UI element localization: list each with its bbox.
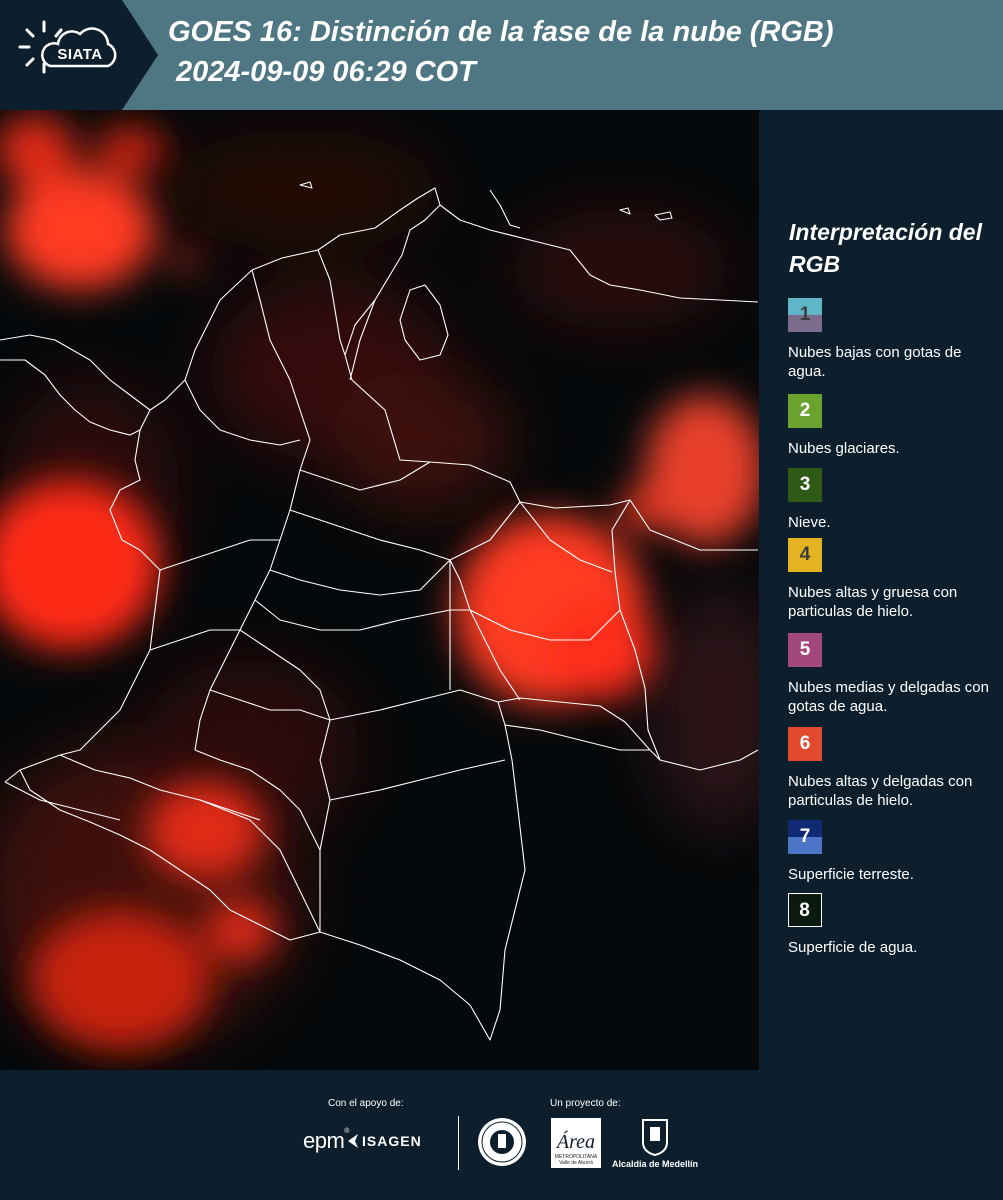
legend-item-8: 8 Superficie de agua. bbox=[788, 893, 1003, 957]
legend-label-4: Nubes altas y gruesa con particulas de h… bbox=[788, 584, 958, 620]
alcaldia-label: Alcaldía de Medellín bbox=[612, 1159, 699, 1169]
legend-item-5: 5 Nubes medias y delgadas con gotas de a… bbox=[788, 633, 1003, 716]
isagen-logo: ISAGEN bbox=[362, 1133, 422, 1149]
satellite-rgb-map bbox=[0, 110, 759, 1070]
legend-number-5: 5 bbox=[799, 639, 811, 660]
footer: Con el apoyo de: Un proyecto de: epm® IS… bbox=[0, 1070, 1003, 1200]
area-metropolitana-logo-icon: Área METROPOLITANA Valle de Aburrá bbox=[551, 1118, 601, 1168]
legend-label-5: Nubes medias y delgadas con gotas de agu… bbox=[788, 679, 989, 715]
siata-logo: SIATA bbox=[0, 0, 160, 110]
legend-item-3: 3 Nieve. bbox=[788, 468, 1003, 532]
alcaldia-shield-icon bbox=[642, 1119, 668, 1156]
legend-number-1: 1 bbox=[799, 304, 811, 325]
legend-swatch-4: 4 bbox=[788, 538, 822, 572]
area-logo-text: Área bbox=[555, 1130, 595, 1153]
legend-title: Interpretación del RGB bbox=[789, 219, 982, 277]
legend-swatch-8: 8 bbox=[788, 893, 822, 927]
epm-logo: epm® bbox=[303, 1128, 349, 1153]
page-title: GOES 16: Distinción de la fase de la nub… bbox=[168, 16, 834, 48]
page-timestamp: 2024-09-09 06:29 COT bbox=[176, 56, 476, 88]
legend-swatch-5: 5 bbox=[788, 633, 822, 667]
satellite-map[interactable] bbox=[0, 110, 759, 1070]
legend-label-6: Nubes altas y delgadas con particulas de… bbox=[788, 773, 973, 809]
support-label: Con el apoyo de: bbox=[328, 1098, 404, 1109]
university-seal-icon bbox=[478, 1118, 526, 1166]
legend-swatch-3: 3 bbox=[788, 468, 822, 502]
legend-panel: Interpretación del RGB 1 Nubes bajas con… bbox=[759, 110, 1003, 1070]
footer-divider bbox=[458, 1116, 459, 1170]
header: SIATA GOES 16: Distinción de la fase de … bbox=[0, 0, 1003, 110]
legend-number-3: 3 bbox=[799, 474, 811, 495]
legend-label-1: Nubes bajas con gotas de agua. bbox=[788, 344, 962, 380]
legend-label-2: Nubes glaciares. bbox=[788, 440, 900, 457]
legend-number-7: 7 bbox=[799, 826, 811, 847]
legend-item-6: 6 Nubes altas y delgadas con particulas … bbox=[788, 727, 1003, 810]
legend-swatch-1: 1 bbox=[788, 298, 822, 332]
epm-logo-text: epm bbox=[303, 1128, 345, 1153]
legend-swatch-6: 6 bbox=[788, 727, 822, 761]
legend-swatch-7: 7 bbox=[788, 820, 822, 854]
legend-number-2: 2 bbox=[799, 400, 811, 421]
legend-number-6: 6 bbox=[799, 733, 811, 754]
legend-label-7: Superficie terreste. bbox=[788, 866, 914, 883]
legend-item-2: 2 Nubes glaciares. bbox=[788, 394, 1003, 458]
legend-number-8: 8 bbox=[799, 900, 810, 921]
legend-item-7: 7 Superficie terreste. bbox=[788, 820, 1003, 884]
svg-text:Valle de Aburrá: Valle de Aburrá bbox=[559, 1160, 593, 1166]
project-label: Un proyecto de: bbox=[550, 1098, 621, 1109]
legend-label-3: Nieve. bbox=[788, 514, 831, 531]
legend-swatch-2: 2 bbox=[788, 394, 822, 428]
isagen-mark-icon bbox=[348, 1134, 358, 1148]
siata-logo-text: SIATA bbox=[57, 46, 103, 63]
legend-label-8: Superficie de agua. bbox=[788, 939, 918, 956]
legend-item-4: 4 Nubes altas y gruesa con particulas de… bbox=[788, 538, 1003, 621]
legend-item-1: 1 Nubes bajas con gotas de agua. bbox=[788, 298, 1003, 381]
legend-number-4: 4 bbox=[799, 544, 811, 565]
